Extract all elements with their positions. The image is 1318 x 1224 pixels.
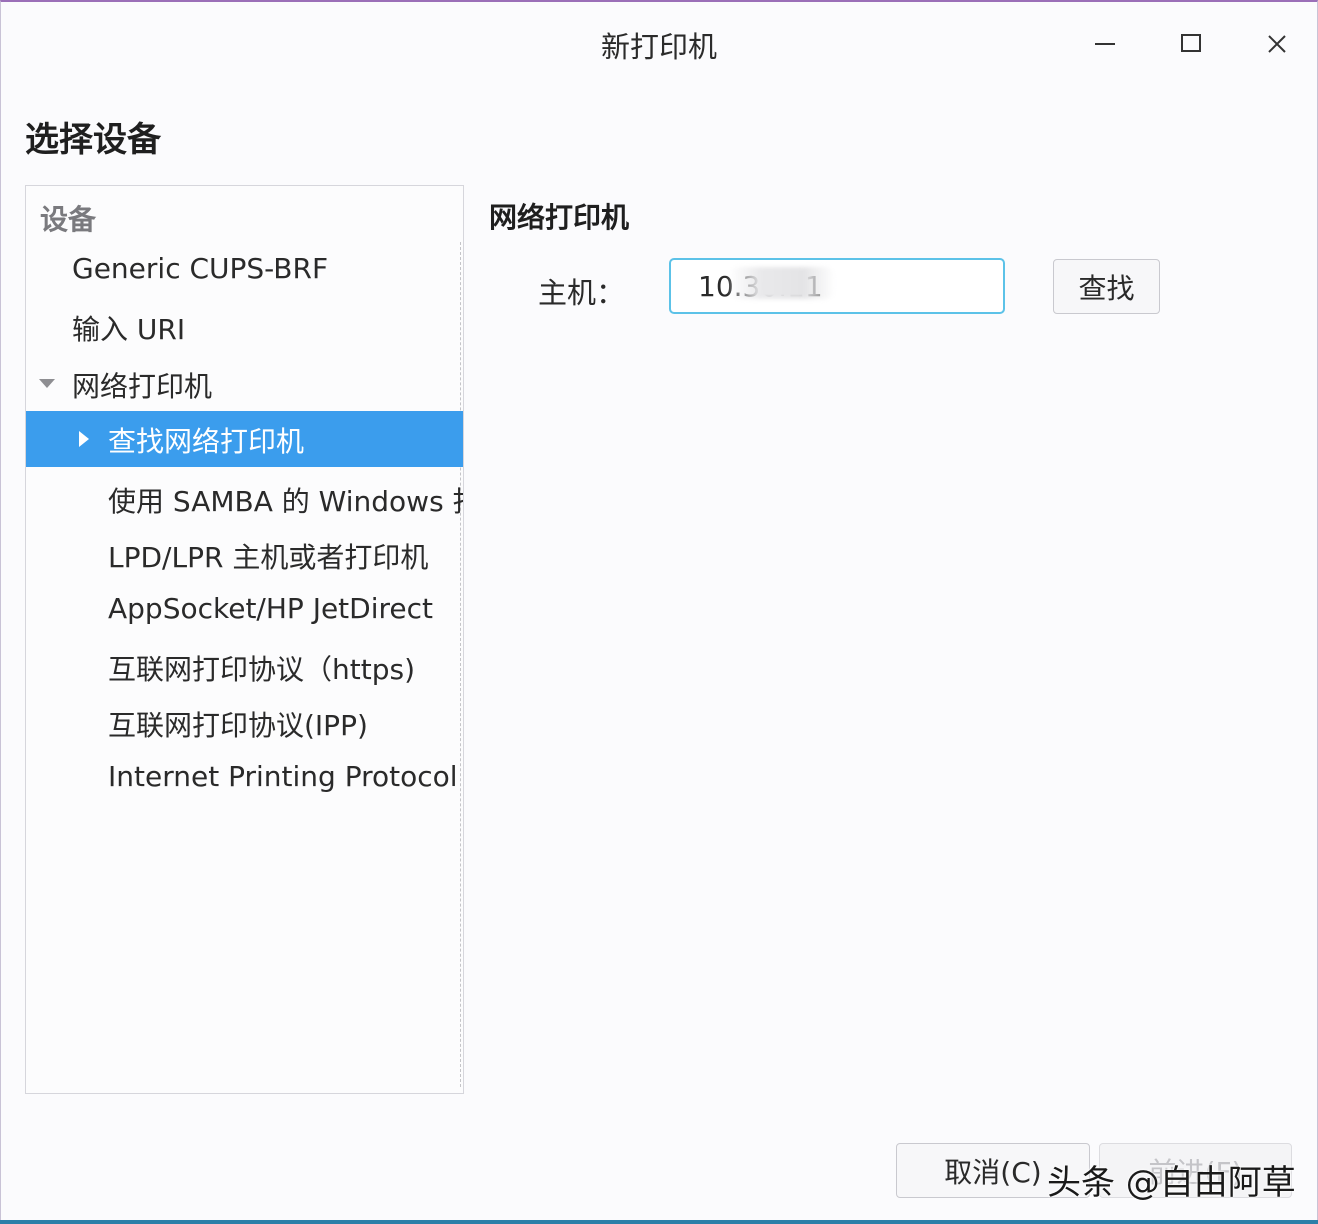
maximize-icon [1181,34,1201,52]
page-heading: 选择设备 [25,120,161,160]
title-bar[interactable]: 新打印机 [1,2,1317,88]
tree-item-label: 互联网打印协议（https) [108,653,415,686]
bottom-edge [0,1220,1318,1224]
host-input[interactable] [669,258,1005,314]
close-icon [1268,35,1286,53]
device-tree-header: 设备 [40,203,97,236]
new-printer-window: 新打印机 选择设备 设备 Generic CUPS-BRF 输入 URI 网络打… [0,0,1318,1224]
tree-item-enter-uri[interactable]: 输入 URI [26,299,463,355]
chevron-down-icon[interactable] [38,378,56,390]
close-button[interactable] [1253,20,1301,68]
tree-item-label: LPD/LPR 主机或者打印机 [108,541,429,574]
tree-item-find-network-printer[interactable]: 查找网络打印机 [26,411,463,467]
maximize-button[interactable] [1167,20,1215,68]
tree-item-label: 互联网打印协议(IPP) [108,709,368,742]
device-tree-panel[interactable]: 设备 Generic CUPS-BRF 输入 URI 网络打印机 查找网络打印机… [25,185,464,1094]
tree-item-label: 查找网络打印机 [108,425,305,458]
minimize-button[interactable] [1081,20,1129,68]
tree-item-label: 网络打印机 [72,370,213,403]
tree-item-ipp[interactable]: 互联网打印协议(IPP) [26,695,463,751]
tree-item-ipp-https[interactable]: 互联网打印协议（https) [26,639,463,695]
tree-item-label: AppSocket/HP JetDirect [108,592,433,625]
tree-item-label: 使用 SAMBA 的 Windows 打印机 [108,485,463,518]
tree-item-label: 输入 URI [72,313,186,346]
tree-item-samba-windows[interactable]: 使用 SAMBA 的 Windows 打印机 [26,471,463,527]
tree-item-generic-cups-brf[interactable]: Generic CUPS-BRF [26,243,463,299]
tree-item-ipps[interactable]: Internet Printing Protocol (ipps) [26,751,463,807]
tree-item-label: Internet Printing Protocol (ipps) [108,760,463,793]
tree-item-appsocket-jetdirect[interactable]: AppSocket/HP JetDirect [26,583,463,639]
network-printer-title: 网络打印机 [489,201,630,234]
tree-item-label: Generic CUPS-BRF [72,252,329,285]
find-button[interactable]: 查找 [1053,259,1160,314]
tree-item-lpd-lpr[interactable]: LPD/LPR 主机或者打印机 [26,527,463,583]
watermark: 头条 @自由阿草 [1047,1163,1296,1203]
host-label: 主机： [538,276,626,310]
minimize-icon [1095,43,1115,45]
chevron-right-icon[interactable] [78,430,90,448]
tree-item-network-printer[interactable]: 网络打印机 [26,356,463,412]
